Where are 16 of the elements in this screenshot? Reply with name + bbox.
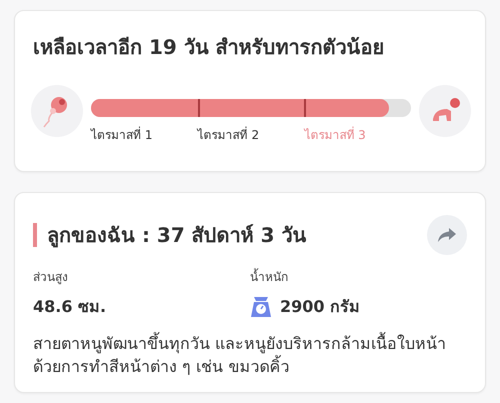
- description-text: สายตาหนูพัฒนาขึ้นทุกวัน และหนูยังบริหารกล้ามเนื้อใบหน้าด้วยการทำสีหน้าต่าง ๆ เช่น ขมวดคิ้ว: [33, 333, 448, 378]
- accent-bar: [33, 223, 37, 248]
- trimester-label: ไตรมาสที่ 3: [304, 126, 367, 144]
- trimester-label: ไตรมาสที่ 2: [198, 126, 260, 144]
- stat-value: 2900 กรัม: [280, 296, 360, 318]
- share-button[interactable]: [427, 215, 467, 256]
- share-arrow-icon: [438, 228, 456, 242]
- countdown-title: เหลือเวลาอีก 19 วัน สำหรับทารกตัวน้อย: [33, 34, 386, 61]
- stat-value: 48.6 ซม.: [33, 296, 106, 318]
- trimester-label: ไตรมาสที่ 1: [91, 126, 154, 144]
- baby-age-title: ลูกของฉัน : 37 สัปดาห์ 3 วัน: [47, 222, 307, 250]
- sperm-egg-icon: [31, 84, 83, 136]
- stat-label: น้ำหนัก: [250, 267, 289, 286]
- scale-icon: [250, 296, 272, 318]
- stat-label: ส่วนสูง: [33, 269, 69, 286]
- crawling-baby-icon: [419, 84, 471, 136]
